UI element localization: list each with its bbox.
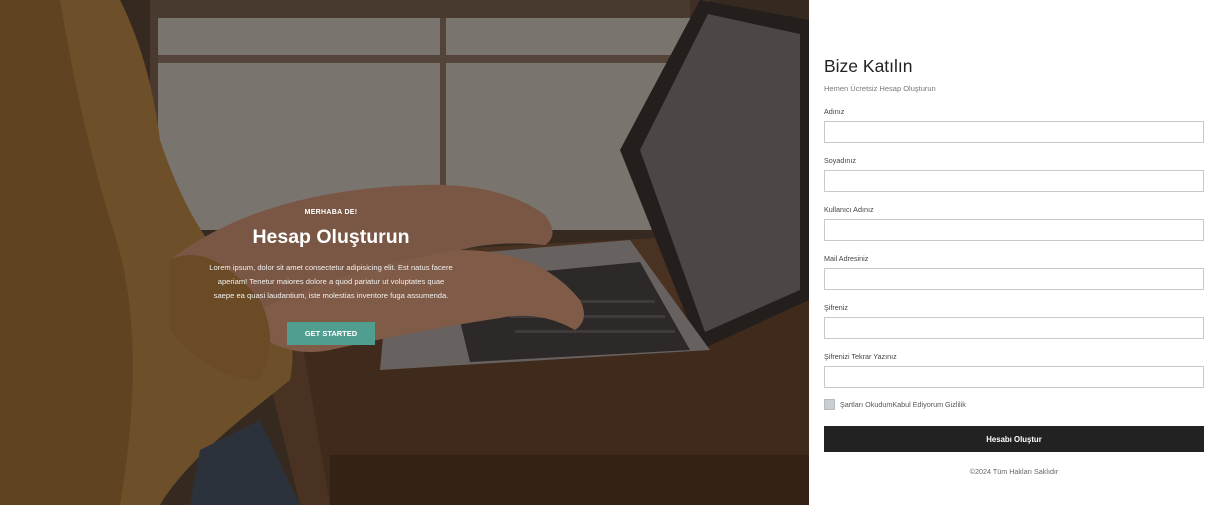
hero-kicker: MERHABA DE! <box>304 209 358 216</box>
last-name-field-group: Soyadınız <box>824 156 1204 192</box>
password-confirm-label: Şifrenizi Tekrar Yazınız <box>824 352 897 361</box>
signup-panel: Bize Katılın Hemen Ücretsiz Hesap Oluştu… <box>809 0 1219 505</box>
hero-title: Hesap Oluşturun <box>252 226 410 248</box>
first-name-label: Adınız <box>824 107 845 116</box>
terms-label: Şartları OkudumKabul Ediyorum Gizlilik <box>840 399 966 409</box>
terms-checkbox[interactable] <box>824 398 835 410</box>
password-label: Şifreniz <box>824 303 848 312</box>
password-confirm-field-group: Şifrenizi Tekrar Yazınız <box>824 352 1204 388</box>
email-input[interactable] <box>824 268 1204 290</box>
terms-row: Şartları OkudumKabul Ediyorum Gizlilik <box>824 398 1204 410</box>
form-subtitle: Hemen Ücretsiz Hesap Oluşturun <box>824 84 936 93</box>
username-field-group: Kullanıcı Adınız <box>824 205 1204 241</box>
last-name-label: Soyadınız <box>824 156 856 165</box>
password-field-group: Şifreniz <box>824 303 1204 339</box>
signup-form: Bize Katılın Hemen Ücretsiz Hesap Oluştu… <box>824 56 1204 476</box>
copyright-text: ©2024 Tüm Hakları Saklıdır <box>969 467 1059 476</box>
hero-description: Lorem ipsum, dolor sit amet consectetur … <box>209 263 453 301</box>
form-title: Bize Katılın <box>824 56 913 76</box>
first-name-input[interactable] <box>824 121 1204 143</box>
email-field-group: Mail Adresiniz <box>824 254 1204 290</box>
password-input[interactable] <box>824 317 1204 339</box>
email-label: Mail Adresiniz <box>824 254 869 263</box>
get-started-button[interactable]: GET STARTED <box>287 322 375 346</box>
hero-content: MERHABA DE! Hesap Oluşturun Lorem ipsum,… <box>200 200 462 346</box>
username-input[interactable] <box>824 219 1204 241</box>
password-confirm-input[interactable] <box>824 366 1204 388</box>
create-account-button[interactable]: Hesabı Oluştur <box>824 426 1204 452</box>
last-name-input[interactable] <box>824 170 1204 192</box>
hero-section: MERHABA DE! Hesap Oluşturun Lorem ipsum,… <box>0 0 809 505</box>
username-label: Kullanıcı Adınız <box>824 205 874 214</box>
first-name-field-group: Adınız <box>824 107 1204 143</box>
